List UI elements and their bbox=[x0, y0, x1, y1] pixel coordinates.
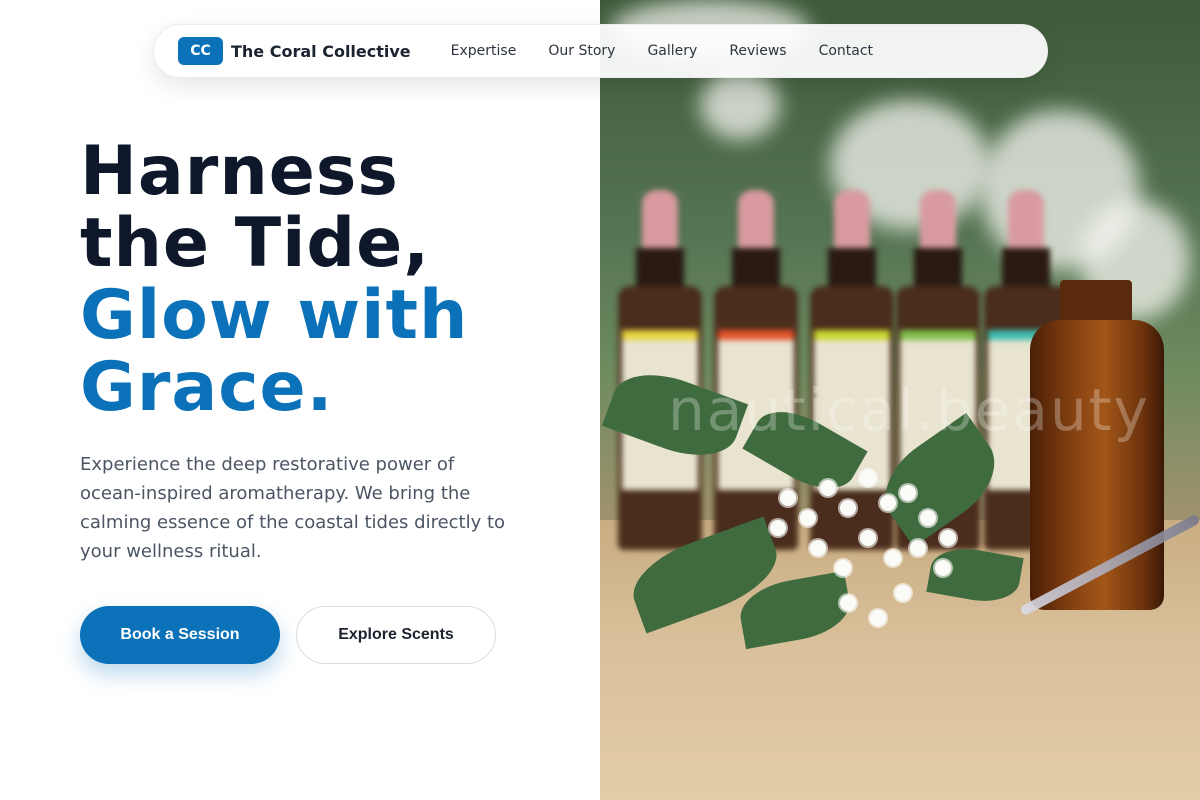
headline-line-1: Harness bbox=[80, 132, 399, 211]
nav-link-gallery[interactable]: Gallery bbox=[647, 43, 697, 59]
hero-description: Experience the deep restorative power of… bbox=[80, 454, 506, 562]
nav-link-expertise[interactable]: Expertise bbox=[451, 43, 517, 59]
brand-name[interactable]: The Coral Collective bbox=[231, 42, 411, 61]
headline-accent-line-1: Glow with bbox=[80, 276, 469, 355]
book-session-button[interactable]: Book a Session bbox=[80, 606, 280, 664]
top-nav: CC The Coral Collective Expertise Our St… bbox=[153, 24, 1048, 78]
nav-link-reviews[interactable]: Reviews bbox=[729, 43, 786, 59]
logo-badge[interactable]: CC bbox=[178, 37, 223, 65]
headline-line-2: the Tide, bbox=[80, 204, 431, 283]
headline-accent-line-2: Grace. bbox=[80, 348, 334, 427]
nav-links: Expertise Our Story Gallery Reviews Cont… bbox=[451, 43, 873, 59]
nav-link-our-story[interactable]: Our Story bbox=[548, 43, 615, 59]
nav-link-contact[interactable]: Contact bbox=[819, 43, 873, 59]
hero-headline: Harness the Tide, Glow with Grace. bbox=[80, 136, 580, 424]
explore-scents-button[interactable]: Explore Scents bbox=[296, 606, 496, 664]
amber-bottle-icon bbox=[1030, 280, 1164, 610]
image-watermark: nautical.beauty bbox=[668, 376, 1150, 444]
